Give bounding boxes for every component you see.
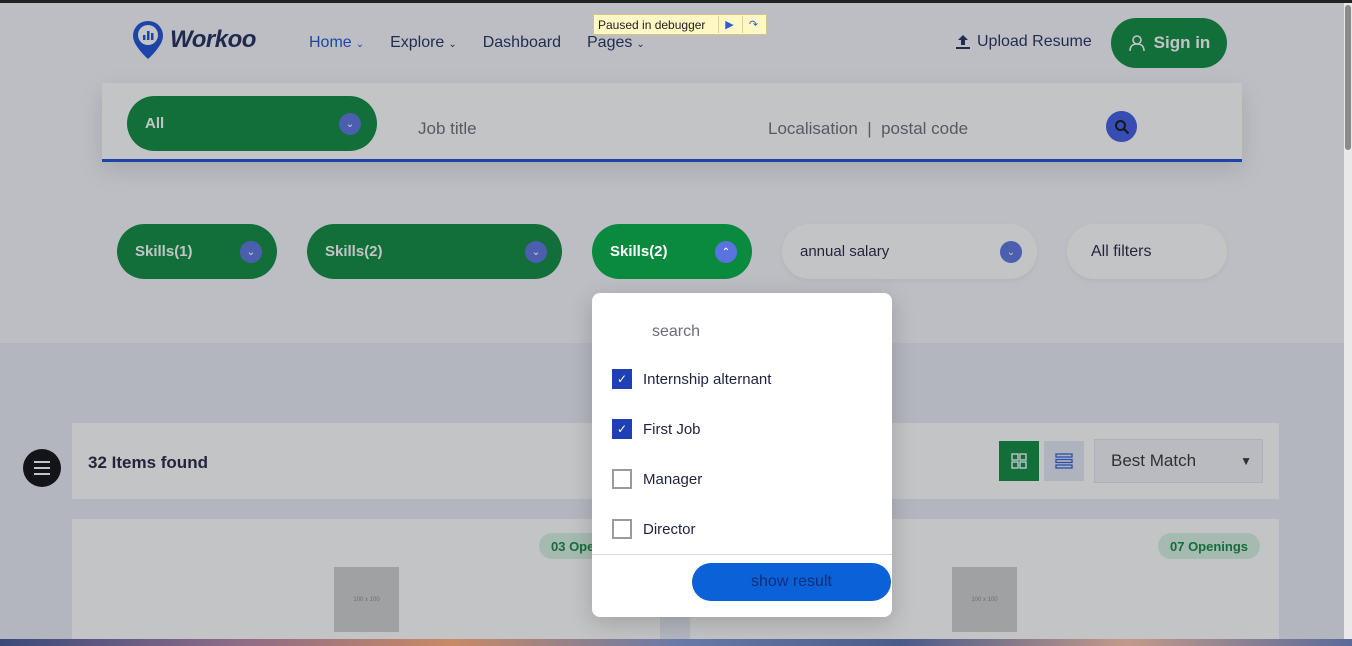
debugger-banner: Paused in debugger ▶ ↷ — [593, 14, 767, 35]
option-manager[interactable]: Manager — [612, 469, 702, 489]
debugger-label: Paused in debugger — [598, 17, 706, 32]
checkbox-checked[interactable]: ✓ — [612, 419, 632, 439]
checkbox-checked[interactable]: ✓ — [612, 369, 632, 389]
scrollbar[interactable] — [1344, 3, 1352, 639]
filter-skills-3[interactable]: Skills(2) ⌃ — [592, 224, 752, 279]
filter-label: Skills(2) — [610, 243, 668, 260]
resume-icon[interactable]: ▶ — [718, 16, 740, 33]
step-over-icon[interactable]: ↷ — [742, 16, 764, 33]
option-first-job[interactable]: ✓ First Job — [612, 419, 701, 439]
option-director[interactable]: Director — [612, 519, 696, 539]
dropdown-search-input[interactable]: search — [652, 323, 700, 341]
divider — [592, 554, 892, 555]
checkbox-unchecked[interactable] — [612, 469, 632, 489]
option-label: First Job — [643, 420, 701, 438]
desktop-taskbar — [0, 639, 1352, 646]
option-label: Internship alternant — [643, 370, 772, 388]
scrollbar-thumb[interactable] — [1345, 5, 1351, 150]
skills-dropdown: search ✓ Internship alternant ✓ First Jo… — [592, 293, 892, 617]
option-label: Director — [643, 520, 696, 538]
checkbox-unchecked[interactable] — [612, 519, 632, 539]
option-internship-alternant[interactable]: ✓ Internship alternant — [612, 369, 771, 389]
option-label: Manager — [643, 470, 703, 488]
show-result-button[interactable]: show result — [692, 563, 891, 601]
chevron-up-icon: ⌃ — [715, 241, 737, 263]
